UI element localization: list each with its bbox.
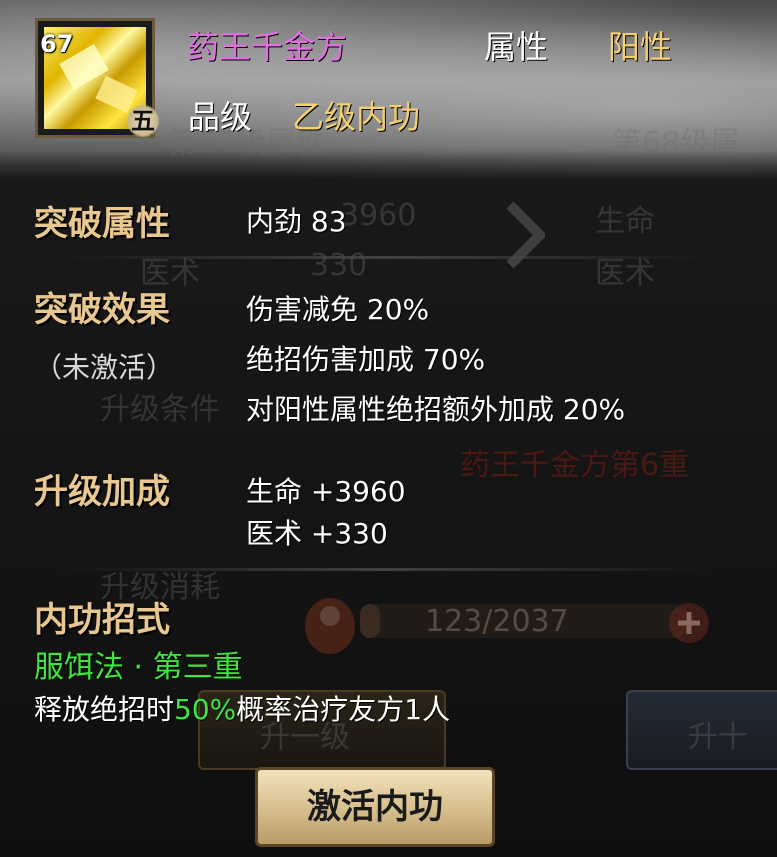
bg-header-right: 第68级属 — [612, 126, 741, 161]
skill-move-name: 服饵法 · 第三重 — [34, 650, 243, 685]
divider — [60, 568, 710, 571]
bg-condition: 升级条件 — [100, 392, 220, 427]
skill-move-title: 内功招式 — [34, 600, 170, 640]
cost-progress-fill — [360, 604, 380, 638]
bg-row1-value: 330 — [310, 248, 368, 283]
attribute-label: 属性 — [484, 28, 549, 66]
skill-detail-panel: 第67级属性 第68级属 3960 医术 330 生命 医术 升级条件 药王千金… — [0, 0, 777, 857]
effect-line: 绝招伤害加成 70% — [246, 343, 486, 376]
bg-row0-value: 3960 — [340, 198, 417, 233]
attribute-value: 阳性 — [608, 28, 673, 66]
grade-label: 品级 — [188, 98, 253, 136]
bg-row1-right-b: 医术 — [595, 256, 655, 291]
activate-button[interactable]: 激活内功 — [255, 767, 495, 847]
bg-condition-right: 药王千金方第6重 — [460, 448, 690, 483]
effect-line: 伤害减免 20% — [246, 293, 430, 326]
upgrade-bonus-title: 升级加成 — [34, 472, 170, 512]
energy-icon — [305, 598, 355, 654]
grade-seal-icon: 五 — [126, 104, 160, 138]
bonus-line: 医术 +330 — [246, 517, 388, 550]
desc-prefix: 释放绝招时 — [34, 693, 175, 726]
bg-progress-text: 123/2037 — [425, 604, 569, 639]
skill-move-desc: 释放绝招时50%概率治疗友方1人 — [34, 688, 450, 728]
breakthrough-attr-stat: 内劲 83 — [246, 205, 347, 238]
bg-row1-right-a: 生命 — [595, 204, 655, 239]
bonus-line: 生命 +3960 — [246, 475, 406, 508]
skill-name: 药王千金方 — [187, 28, 348, 66]
level-badge: 67 — [40, 30, 74, 58]
chevron-right-icon — [506, 201, 545, 269]
upgrade-ten-button[interactable]: 升十 — [626, 690, 777, 770]
breakthrough-attr-title: 突破属性 — [34, 204, 170, 244]
breakthrough-effect-title: 突破效果 — [34, 290, 170, 330]
effect-line: 对阳性属性绝招额外加成 20% — [246, 393, 626, 426]
inactive-status: （未激活） — [34, 351, 175, 384]
divider — [60, 256, 710, 259]
grade-value: 乙级内功 — [292, 98, 421, 136]
upgrade-ten-label: 升十 — [688, 720, 748, 755]
plus-icon — [669, 603, 709, 643]
desc-suffix: 概率治疗友方1人 — [236, 693, 451, 726]
desc-percent: 50% — [174, 693, 237, 726]
